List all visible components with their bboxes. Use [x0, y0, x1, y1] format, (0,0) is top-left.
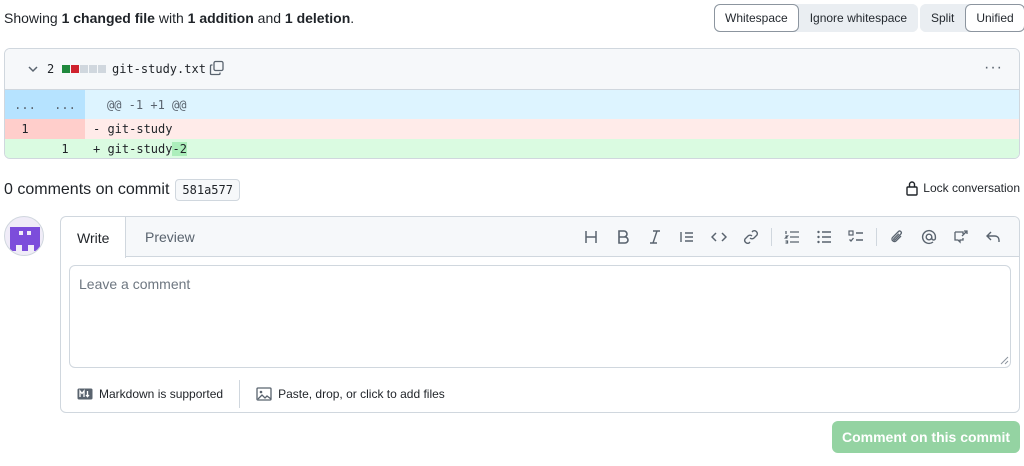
expand-up-button[interactable]: ... [5, 90, 45, 119]
lock-conversation-label: Lock conversation [923, 181, 1020, 195]
lock-icon [906, 181, 918, 196]
chevron-down-icon[interactable] [25, 61, 41, 77]
expand-down-button[interactable]: ... [45, 90, 85, 119]
summary-text: with [154, 10, 188, 26]
added-line: 1 + git-study-2 [5, 139, 1019, 158]
new-line-number[interactable]: 1 [45, 139, 85, 158]
deletions-count: 1 deletion [284, 10, 351, 26]
added-code-base: + git-study [93, 142, 173, 156]
comments-heading: 0 comments on commit 581a577 [4, 179, 240, 201]
markdown-icon [77, 388, 93, 400]
paperclip-icon[interactable] [881, 227, 913, 247]
diffstat-bar [62, 65, 106, 73]
resize-handle-icon[interactable] [999, 355, 1009, 365]
heading-icon[interactable] [575, 227, 607, 247]
tab-write[interactable]: Write [61, 217, 127, 258]
hunk-header: @@ -1 +1 @@ [107, 97, 187, 112]
commit-sha[interactable]: 581a577 [175, 179, 240, 201]
lock-conversation-button[interactable]: Lock conversation [905, 180, 1020, 196]
editor-header: Write Preview [61, 217, 1019, 258]
old-line-number-empty [5, 139, 45, 158]
attach-files-label: Paste, drop, or click to add files [278, 387, 445, 401]
file-header: 2 git-study.txt ··· [5, 49, 1019, 90]
toolbar-divider [876, 228, 877, 246]
unified-button[interactable]: Unified [965, 4, 1024, 32]
markdown-toolbar [575, 227, 1009, 247]
identicon-icon [10, 227, 40, 251]
file-menu-icon[interactable]: ··· [984, 59, 1003, 77]
markdown-label: Markdown is supported [99, 387, 224, 401]
task-list-icon[interactable] [840, 227, 872, 247]
new-line-number-empty [45, 119, 85, 139]
whitespace-button[interactable]: Whitespace [714, 4, 799, 32]
cross-reference-icon[interactable] [945, 227, 977, 247]
change-count: 2 [47, 62, 55, 76]
added-code-highlight: -2 [172, 142, 187, 156]
diff-view-toggle: Split Unified [920, 4, 1024, 32]
deleted-code: - git-study [93, 122, 173, 136]
deleted-line: 1 - git-study [5, 119, 1019, 139]
italic-icon[interactable] [639, 227, 671, 247]
additions-count: 1 addition [187, 10, 254, 26]
quote-icon[interactable] [671, 227, 703, 247]
link-icon[interactable] [735, 227, 767, 247]
mention-icon[interactable] [913, 227, 945, 247]
comment-textarea[interactable]: Leave a comment [69, 265, 1011, 368]
whitespace-toggle: Whitespace Ignore whitespace [714, 4, 919, 32]
split-button[interactable]: Split [920, 4, 966, 32]
added-code: + git-study-2 [85, 142, 187, 156]
summary-text: and [253, 10, 285, 26]
tab-preview[interactable]: Preview [129, 217, 211, 257]
reply-icon[interactable] [977, 227, 1009, 247]
hunk-row: ... ... @@ -1 +1 @@ [5, 90, 1019, 119]
editor-footer: Markdown is supported Paste, drop, or cl… [61, 375, 1019, 413]
comment-submit-button[interactable]: Comment on this commit [832, 421, 1020, 453]
ignore-whitespace-button[interactable]: Ignore whitespace [798, 4, 919, 32]
avatar[interactable] [4, 216, 44, 256]
comments-title: 0 comments on commit [4, 181, 170, 198]
attach-files-button[interactable]: Paste, drop, or click to add files [240, 380, 461, 408]
unordered-list-icon[interactable] [808, 227, 840, 247]
summary-text: Showing [4, 10, 62, 26]
ordered-list-icon[interactable] [776, 227, 808, 247]
code-icon[interactable] [703, 227, 735, 247]
copy-icon[interactable] [209, 60, 225, 76]
file-name-link[interactable]: git-study.txt [112, 62, 206, 76]
toolbar-divider [771, 228, 772, 246]
image-icon [256, 387, 272, 401]
diff-summary: Showing 1 changed file with 1 addition a… [4, 10, 354, 26]
changed-files-count: 1 changed file [61, 10, 155, 26]
comment-editor: Write Preview Leave a comment Markdown i… [60, 216, 1020, 413]
markdown-supported-link[interactable]: Markdown is supported [61, 380, 239, 408]
bold-icon[interactable] [607, 227, 639, 247]
old-line-number[interactable]: 1 [5, 119, 45, 139]
summary-text: . [350, 10, 355, 26]
diff-file: 2 git-study.txt ··· ... ... @@ -1 +1 @@ … [4, 48, 1020, 159]
